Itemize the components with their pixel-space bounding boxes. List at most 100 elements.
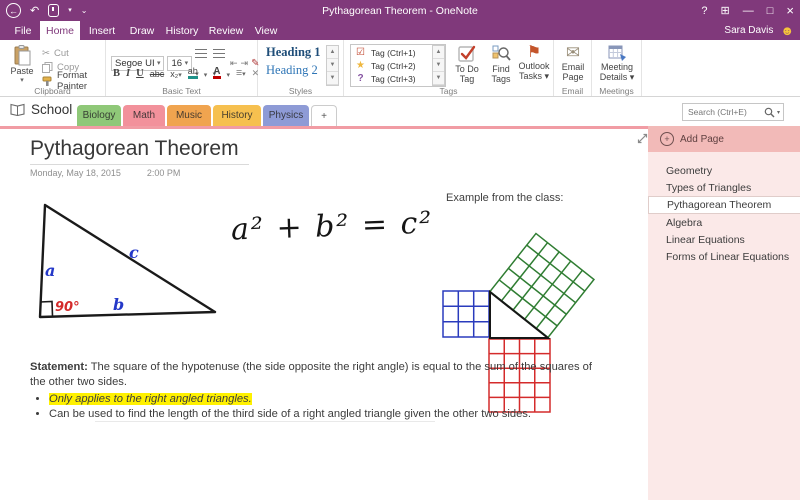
quick-access-toolbar: ← ↶ ▾ ⌄ [6, 3, 87, 18]
scroll-down-icon[interactable]: ▼ [327, 59, 338, 72]
note-container-edge [95, 421, 435, 422]
numbered-list-icon [213, 49, 225, 58]
section-tab-physics[interactable]: Physics [263, 105, 309, 126]
ribbon-group-basic-text: Segoe UI ▾ 16 ▾ ▾ ▾ ⇤ ⇥ ✎ B I U abc x₂▾ … [106, 40, 258, 96]
window-controls: ? ⊞ — □ × [701, 3, 794, 18]
style-heading1[interactable]: Heading 1 [266, 45, 321, 60]
statement-block[interactable]: Statement: The square of the hypotenuse … [30, 360, 608, 422]
search-input[interactable] [686, 106, 764, 118]
scroll-up-icon[interactable]: ▲ [327, 46, 338, 59]
gallery-expand-icon[interactable]: ▼ [433, 72, 444, 85]
list-item: Can be used to find the length of the th… [49, 407, 608, 422]
right-triangle-drawing[interactable]: a c b 90° [25, 194, 230, 326]
highlight-button[interactable]: ab [188, 67, 198, 79]
page-item-linear-equations[interactable]: Linear Equations [648, 231, 800, 248]
group-label-styles: Styles [258, 86, 343, 96]
onenote-window: Pythagorean Theorem - OneNote ← ↶ ▾ ⌄ ? … [0, 0, 800, 500]
style-heading2[interactable]: Heading 2 [266, 63, 318, 78]
page-sidebar: + Add Page Geometry Types of Triangles P… [648, 126, 800, 500]
paragraph-align-button[interactable]: ≡▾ [236, 67, 246, 79]
section-tab-music[interactable]: Music [167, 105, 211, 126]
tab-history[interactable]: History [160, 21, 204, 40]
ribbon-options-button[interactable]: ⊞ [721, 4, 730, 17]
tab-insert[interactable]: Insert [82, 21, 122, 40]
statement-text: The square of the hypotenuse (the side o… [30, 361, 592, 388]
page-title[interactable]: Pythagorean Theorem [30, 137, 249, 165]
group-label-meetings: Meetings [592, 86, 641, 96]
notebook-dropdown[interactable]: School ▾ [10, 102, 82, 117]
strikethrough-button[interactable]: abc [150, 69, 165, 79]
back-icon[interactable]: ← [6, 3, 21, 18]
tab-home[interactable]: Home [40, 21, 80, 40]
account-area[interactable]: Sara Davis ☻ [724, 21, 794, 40]
page-date: Monday, May 18, 2015 2:00 PM [30, 168, 180, 178]
statement-bullets: Only applies to the right angled triangl… [30, 392, 608, 422]
chevron-down-icon: ▾ [157, 59, 161, 67]
minimize-button[interactable]: — [743, 5, 754, 17]
tab-review[interactable]: Review [204, 21, 248, 40]
email-page-button[interactable]: ✉ Email Page [557, 44, 589, 82]
todo-tag-button[interactable]: To Do Tag [450, 44, 484, 84]
scroll-down-icon[interactable]: ▼ [433, 59, 444, 72]
paste-button[interactable]: Paste ▾ [8, 45, 36, 86]
outlook-tasks-button[interactable]: ⚑ Outlook Tasks ▾ [516, 44, 552, 81]
section-tab-biology[interactable]: Biology [77, 105, 121, 126]
page-item-types-of-triangles[interactable]: Types of Triangles [648, 179, 800, 196]
tag-item-1[interactable]: ☑ Tag (Ctrl+1) [355, 46, 431, 59]
tab-draw[interactable]: Draw [124, 21, 160, 40]
search-icon[interactable] [764, 107, 775, 118]
section-tab-history[interactable]: History [213, 105, 261, 126]
tags-scroll-spinner[interactable]: ▲ ▼ ▼ [432, 45, 445, 86]
meeting-details-button[interactable]: Meeting Details ▾ [597, 44, 637, 82]
blue-square [443, 291, 489, 337]
side-c-label: c [129, 243, 139, 262]
checkbox-tag-icon: ☑ [355, 47, 366, 58]
full-page-view-icon[interactable] [637, 133, 648, 144]
customize-toolbar-icon[interactable]: ⌄ [81, 4, 88, 18]
title-bar: Pythagorean Theorem - OneNote ← ↶ ▾ ⌄ ? … [0, 0, 800, 22]
styles-scroll-spinner[interactable]: ▲ ▼ ▼ [326, 45, 339, 86]
chevron-down-icon[interactable]: ▾ [227, 71, 231, 79]
chevron-down-icon[interactable]: ▾ [204, 71, 208, 79]
close-button[interactable]: × [786, 3, 794, 18]
calendar-icon [608, 44, 627, 62]
equation-text[interactable]: a² + b² = c² [230, 205, 433, 247]
format-painter-icon [42, 76, 53, 87]
question-tag-icon: ? [355, 73, 366, 84]
help-button[interactable]: ? [701, 5, 707, 17]
tab-view[interactable]: View [248, 21, 284, 40]
tag-item-3[interactable]: ? Tag (Ctrl+3) [355, 72, 431, 85]
add-section-button[interactable]: + [311, 105, 337, 127]
group-label-basic-text: Basic Text [106, 86, 257, 96]
chevron-down-icon[interactable]: ▾ [777, 109, 780, 116]
notebook-name: School [31, 102, 72, 117]
cut-button[interactable]: ✂ Cut [42, 46, 105, 60]
group-label-email: Email [554, 86, 591, 96]
bold-button[interactable]: B [113, 68, 120, 79]
page-item-forms-of-linear-equations[interactable]: Forms of Linear Equations [648, 248, 800, 265]
page-canvas[interactable]: Pythagorean Theorem Monday, May 18, 2015… [0, 129, 648, 500]
underline-button[interactable]: U [136, 68, 144, 79]
page-item-pythagorean-theorem[interactable]: Pythagorean Theorem [648, 196, 800, 214]
page-item-geometry[interactable]: Geometry [648, 162, 800, 179]
star-tag-icon: ★ [355, 60, 366, 71]
tab-file[interactable]: File [6, 21, 40, 40]
chevron-down-icon[interactable]: ▾ [68, 4, 72, 18]
italic-button[interactable]: I [126, 68, 130, 79]
undo-icon[interactable]: ↶ [30, 4, 39, 18]
restore-button[interactable]: □ [767, 5, 774, 17]
page-item-algebra[interactable]: Algebra [648, 214, 800, 231]
subscript-button[interactable]: x₂▾ [170, 69, 182, 79]
notebook-icon [10, 103, 25, 116]
font-color-button[interactable]: A [213, 67, 220, 79]
section-tab-math[interactable]: Math [123, 105, 165, 126]
gallery-expand-icon[interactable]: ▼ [327, 72, 338, 85]
find-tags-button[interactable]: Find Tags [485, 44, 517, 84]
tag-item-2[interactable]: ★ Tag (Ctrl+2) [355, 59, 431, 72]
side-b-label: b [113, 295, 124, 314]
touch-mode-icon[interactable] [48, 4, 59, 17]
notebook-bar: School ▾ Biology Math Music History Phys… [0, 97, 800, 126]
add-page-button[interactable]: + Add Page [648, 126, 800, 152]
scroll-up-icon[interactable]: ▲ [433, 46, 444, 59]
copy-icon [42, 62, 53, 73]
